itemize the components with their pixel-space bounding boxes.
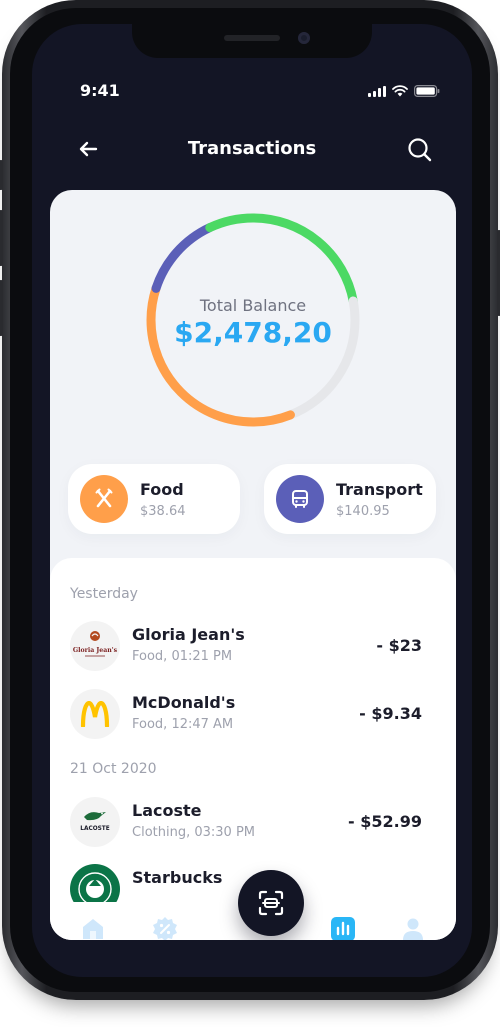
fork-knife-icon <box>80 475 128 523</box>
wifi-icon <box>392 85 408 97</box>
status-icons <box>368 85 440 97</box>
transaction-row[interactable]: McDonald's Food, 12:47 AM - $9.34 <box>70 689 436 739</box>
merchant-name: Lacoste <box>132 801 202 820</box>
total-balance-value: $2,478,20 <box>174 316 332 349</box>
bottom-tab-bar <box>50 870 456 940</box>
status-time: 9:41 <box>80 81 120 100</box>
total-balance-label: Total Balance <box>199 296 307 315</box>
mcdonalds-logo <box>70 689 120 739</box>
notch <box>132 24 372 58</box>
category-transport-card[interactable]: Transport $140.95 <box>264 464 436 534</box>
stats-icon[interactable] <box>328 914 358 940</box>
battery-icon <box>414 85 440 97</box>
svg-text:LACOSTE: LACOSTE <box>80 826 109 832</box>
section-header: 21 Oct 2020 <box>70 761 157 777</box>
screen: 9:41 Transactions Total Balance $2,478,2… <box>32 24 472 977</box>
transaction-row[interactable]: LACOSTE Lacoste Clothing, 03:30 PM - $52… <box>70 797 436 847</box>
side-button-volume-down <box>0 280 3 336</box>
category-amount: $38.64 <box>140 504 186 519</box>
balance-donut: Total Balance $2,478,20 <box>143 210 363 430</box>
lacoste-logo: LACOSTE <box>70 797 120 847</box>
merchant-name: McDonald's <box>132 693 236 712</box>
section-header: Yesterday <box>70 586 138 602</box>
category-name: Food <box>140 480 184 499</box>
merchant-name: Gloria Jean's <box>132 625 245 644</box>
transaction-amount: - $23 <box>376 636 422 655</box>
content-card: Total Balance $2,478,20 Food $38.64 Tran… <box>50 190 456 940</box>
search-icon[interactable] <box>406 136 434 164</box>
category-name: Transport <box>336 480 423 499</box>
home-icon[interactable] <box>78 914 108 940</box>
profile-icon[interactable] <box>398 914 428 940</box>
speaker <box>224 35 280 41</box>
transaction-meta: Clothing, 03:30 PM <box>132 825 255 840</box>
merchant-name: Starbucks <box>132 868 223 887</box>
cellular-signal-icon <box>368 85 386 97</box>
side-button-mute <box>0 160 3 190</box>
scan-icon <box>258 890 284 916</box>
transaction-row[interactable]: Gloria Jean's Gloria Jean's Food, 01:21 … <box>70 621 436 671</box>
scan-button[interactable] <box>238 870 304 936</box>
gloria-jeans-logo: Gloria Jean's <box>70 621 120 671</box>
category-food-card[interactable]: Food $38.64 <box>68 464 240 534</box>
side-button-volume-up <box>0 210 3 266</box>
front-camera <box>298 32 310 44</box>
category-amount: $140.95 <box>336 504 390 519</box>
transaction-amount: - $52.99 <box>348 812 422 831</box>
phone-frame: 9:41 Transactions Total Balance $2,478,2… <box>0 0 500 1000</box>
discount-icon[interactable] <box>150 914 180 940</box>
transaction-meta: Food, 12:47 AM <box>132 717 234 732</box>
svg-text:Gloria Jean's: Gloria Jean's <box>73 647 118 654</box>
transactions-list: Yesterday Gloria Jean's Gloria Jean's Fo… <box>50 558 456 940</box>
bus-icon <box>276 475 324 523</box>
transaction-amount: - $9.34 <box>359 704 422 723</box>
transaction-meta: Food, 01:21 PM <box>132 649 233 664</box>
